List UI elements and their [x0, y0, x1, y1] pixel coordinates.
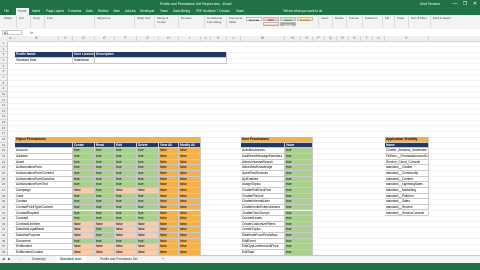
restore-icon[interactable]: ❐ — [460, 0, 470, 8]
style-neutral[interactable]: Neutral — [297, 17, 313, 22]
style-calculation[interactable]: Calculation — [263, 22, 279, 27]
tab-formulas[interactable]: Formulas — [68, 8, 81, 15]
number-group[interactable]: Number — [178, 16, 204, 28]
tab-developer[interactable]: Developer — [140, 8, 155, 15]
sort-filter-button[interactable]: Sort & Filter — [408, 16, 430, 28]
tab-data[interactable]: Data — [86, 8, 93, 15]
sheet-tab-summary[interactable]: Summary — [28, 256, 50, 263]
tab-file[interactable]: File — [2, 8, 12, 15]
wrap-text-button[interactable]: Wrap Text — [134, 16, 154, 28]
find-select-button[interactable]: Find & Select — [430, 16, 452, 28]
tab-data-mining[interactable]: Data Mining — [173, 8, 190, 15]
sheet-tab-profile-permission-set[interactable]: Profile and Permission Set — [96, 256, 142, 263]
user-license-value[interactable]: Salesforce — [73, 57, 95, 64]
style-good[interactable]: Good — [280, 17, 296, 22]
conditional-formatting-button[interactable]: Conditional Formatting — [204, 16, 226, 28]
paste-button[interactable]: Paste — [2, 16, 16, 28]
add-sheet-button[interactable]: + — [158, 256, 168, 263]
worksheet-grid[interactable]: Profile Name User License Description Stand… — [7, 41, 480, 255]
insert-cells-button[interactable]: Insert — [318, 16, 332, 28]
merge-center-button[interactable]: Merge & Center — [154, 16, 178, 28]
status-bar — [0, 263, 480, 270]
profile-name-value[interactable]: Standard User — [15, 57, 73, 64]
tab-review[interactable]: Review — [98, 8, 108, 15]
style-check-cell[interactable]: Check Cell — [280, 22, 296, 31]
format-cells-button[interactable]: Format — [346, 16, 360, 28]
scroll-right-icon[interactable]: ▶ — [8, 256, 11, 263]
sheet-tab-more[interactable]: ... — [14, 256, 25, 263]
fx-icon[interactable]: fx — [30, 29, 33, 36]
tab-insert[interactable]: Insert — [32, 8, 40, 15]
scroll-left-icon[interactable]: ◀ — [2, 256, 5, 263]
user-name[interactable]: Kind Tension — [420, 0, 440, 8]
font-group[interactable]: Font — [44, 16, 94, 28]
cut-button[interactable]: Cut — [16, 16, 30, 28]
format-as-table-button[interactable]: Format as Table — [226, 16, 244, 28]
style-normal[interactable]: Normal — [246, 17, 262, 22]
alignment-group[interactable]: Alignment — [94, 16, 134, 28]
name-box[interactable]: A1 — [2, 30, 22, 35]
style-bad[interactable]: Bad — [263, 17, 279, 22]
window-title: Profile and Permission Set Report.xlsx -… — [160, 2, 232, 6]
title-bar: Profile and Permission Set Report.xlsx -… — [0, 0, 480, 8]
tell-me-search[interactable]: Tell me what you want to do — [283, 8, 322, 15]
clear-button[interactable]: Clear — [394, 16, 408, 28]
tab-view[interactable]: View — [113, 8, 120, 15]
description-value[interactable] — [95, 57, 227, 64]
tab-pdf-architect[interactable]: PDF Architect 7 Creator — [196, 8, 230, 15]
tab-team[interactable]: Team — [160, 8, 168, 15]
tab-team-2[interactable]: Team — [236, 8, 244, 15]
ribbon-home: Paste Cut Copy Font Alignment Wrap Text … — [0, 15, 480, 31]
copy-button[interactable]: Copy — [30, 16, 44, 28]
ribbon-tabs: File Home Insert Page Layout Formulas Da… — [0, 8, 480, 15]
delete-cells-button[interactable]: Delete — [332, 16, 346, 28]
close-icon[interactable]: ✕ — [470, 0, 480, 8]
tab-add-ins[interactable]: Add-ins — [125, 8, 136, 15]
autosum-button[interactable]: AutoSum — [362, 16, 382, 28]
tab-page-layout[interactable]: Page Layout — [46, 8, 64, 15]
tab-home[interactable]: Home — [16, 8, 29, 15]
fill-button[interactable]: Fill — [382, 16, 394, 28]
app-visibility-cell[interactable]: standard__ServiceConsole — [385, 210, 429, 217]
minimize-icon[interactable]: — — [450, 0, 460, 8]
